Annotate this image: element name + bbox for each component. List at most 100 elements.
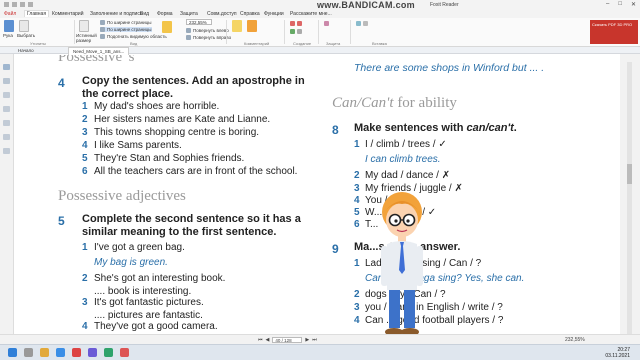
minimize-icon[interactable]: –: [606, 1, 609, 8]
file-explorer-icon[interactable]: [40, 348, 49, 357]
item-number: 4: [82, 140, 88, 151]
page-number-field[interactable]: 40 / 128: [272, 337, 303, 343]
menu-tell-me[interactable]: Расскажите мне...: [290, 11, 332, 17]
clock-date: 03.11.2021: [605, 353, 630, 359]
browser-icon[interactable]: [56, 348, 65, 357]
app-icon[interactable]: [88, 348, 97, 357]
tab-start[interactable]: Начало: [18, 48, 34, 53]
zoom-level[interactable]: 232,55%: [565, 337, 585, 343]
snapshot-icon[interactable]: [162, 21, 172, 33]
menu-home[interactable]: Главная: [24, 10, 50, 17]
select-tool-icon[interactable]: [19, 20, 29, 32]
create-from-file[interactable]: [290, 21, 302, 26]
avatar-leg-right: [404, 290, 415, 328]
layers-icon[interactable]: [3, 92, 10, 98]
zoom-field[interactable]: 232,55%: [186, 19, 212, 25]
save-icon[interactable]: [4, 2, 9, 7]
exercise-instruction: the correct place.: [82, 88, 174, 100]
ribbon-divider: [226, 20, 227, 44]
page-thumbnails-icon[interactable]: [3, 78, 10, 84]
exercise-number: 5: [58, 214, 65, 228]
menu-share[interactable]: Совм.доступ: [207, 11, 237, 17]
rotate-left-label: Повернуть влево: [193, 28, 229, 33]
system-clock[interactable]: 20:27 03.11.2021: [605, 347, 630, 359]
print-icon[interactable]: [12, 2, 17, 7]
fit-page-button[interactable]: По ширине страницы: [100, 20, 152, 25]
exercise-instruction: Make sentences with can/can't.: [354, 122, 517, 135]
search-icon[interactable]: [24, 348, 33, 357]
avatar-eye-left: [394, 219, 398, 223]
start-icon[interactable]: [8, 348, 17, 357]
undo-icon[interactable]: [20, 2, 25, 7]
insert-image-button[interactable]: [356, 21, 368, 26]
vertical-scrollbar[interactable]: [627, 62, 632, 338]
signatures-icon[interactable]: [3, 134, 10, 140]
exercise-instruction: Copy the sentences. Add an apostrophe in: [82, 75, 305, 87]
foxit-icon[interactable]: [72, 348, 81, 357]
app-icon[interactable]: [104, 348, 113, 357]
avatar-arm-left: [381, 246, 388, 286]
rotate-right-button[interactable]: Повернуть вправо: [186, 35, 231, 40]
navigation-pane: [0, 54, 14, 344]
menu-features[interactable]: Функции: [264, 11, 284, 17]
heading-can-cant-rest: for ability: [393, 95, 457, 111]
menu-protect[interactable]: Защита: [180, 11, 198, 17]
item-number: 1: [82, 242, 88, 253]
actual-size-icon[interactable]: [79, 20, 89, 32]
fit-width-label: По ширине страницы: [107, 27, 152, 32]
prev-page-icon[interactable]: ◀: [266, 337, 270, 343]
highlight-icon[interactable]: [247, 20, 257, 32]
menu-help[interactable]: Справка: [240, 11, 260, 17]
example-answer: My bag is green.: [94, 257, 168, 268]
fit-visible-button[interactable]: Подогнать видимую область: [100, 34, 167, 39]
bookmark-icon[interactable]: [3, 64, 10, 70]
group-utilities-label: Утилиты: [30, 41, 46, 46]
exercise-number: 9: [332, 242, 339, 256]
comments-icon[interactable]: [3, 106, 10, 112]
ribbon-divider: [74, 20, 75, 44]
typewriter-icon[interactable]: [232, 20, 242, 32]
tab-document[interactable]: Need_Move_1_SB_ans...: [68, 47, 130, 55]
actual-size-label[interactable]: Истинный размер: [76, 33, 98, 43]
security-icon[interactable]: [3, 148, 10, 154]
teacher-avatar: [381, 192, 423, 336]
exercise-prompt: .... book is interesting.: [94, 286, 192, 297]
recorder-icon[interactable]: [120, 348, 129, 357]
item-number: 6: [82, 166, 88, 177]
select-tool-label[interactable]: Выбрать: [17, 33, 35, 38]
item-number: 2: [354, 289, 360, 300]
close-icon[interactable]: ✕: [631, 1, 636, 8]
item-number: 3: [82, 297, 88, 308]
redo-icon[interactable]: [28, 2, 33, 7]
exercise-item: They're Stan and Sophies friends.: [94, 153, 245, 164]
first-page-icon[interactable]: ⏮: [258, 337, 263, 343]
fit-width-button[interactable]: По ширине страницы: [100, 27, 152, 32]
last-page-icon[interactable]: ⏭: [312, 337, 317, 343]
hand-tool-label[interactable]: Рука: [3, 33, 13, 38]
section-heading-possessive-s: Possessive 's: [58, 55, 135, 65]
hand-tool-icon[interactable]: [4, 20, 14, 32]
fit-page-label: По ширине страницы: [107, 20, 152, 25]
item-number: 4: [82, 321, 88, 332]
item-number: 4: [354, 315, 360, 326]
next-page-icon[interactable]: ▶: [305, 337, 309, 343]
menu-view[interactable]: Вид: [140, 11, 149, 17]
menu-file[interactable]: Файл: [4, 11, 16, 17]
menu-form[interactable]: Форма: [157, 11, 173, 17]
item-number: 2: [82, 114, 88, 125]
rotate-left-button[interactable]: Повернуть влево: [186, 28, 229, 33]
promo-banner[interactable]: Скачать PDF 3D PRO: [590, 20, 638, 44]
ribbon-divider: [284, 20, 285, 44]
create-scan[interactable]: [290, 29, 302, 34]
exercise-prompt: .... pictures are fantastic.: [94, 310, 203, 321]
attachments-icon[interactable]: [3, 120, 10, 126]
exercise-number: 4: [58, 76, 65, 90]
exercise-item: Her sisters names are Kate and Lianne.: [94, 114, 271, 125]
scrollbar-thumb[interactable]: [627, 164, 632, 184]
menu-fill-sign[interactable]: Заполнение и подпись: [90, 11, 142, 17]
item-number: 4: [354, 195, 360, 206]
maximize-icon[interactable]: □: [618, 1, 622, 8]
protect-button[interactable]: [324, 21, 329, 26]
menu-comment[interactable]: Комментарий: [52, 11, 84, 17]
recording-watermark: www.BANDICAM.com: [317, 0, 415, 10]
